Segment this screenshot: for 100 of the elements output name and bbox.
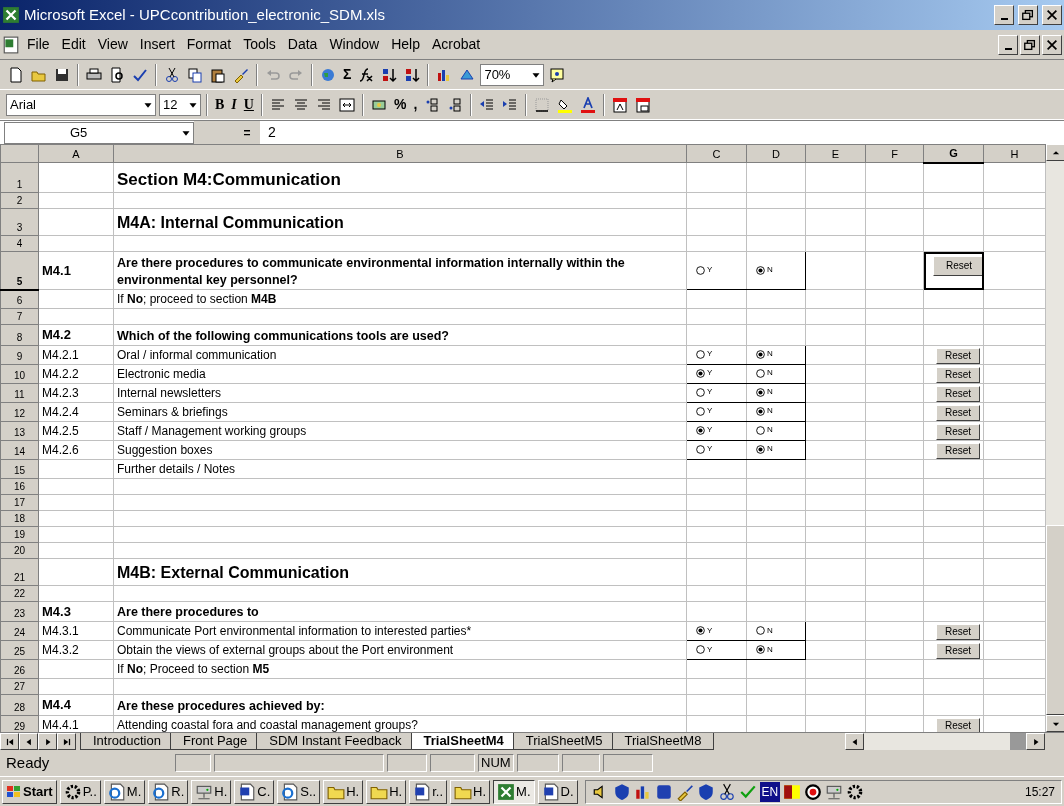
- taskbar-button[interactable]: H.: [323, 779, 364, 804]
- comma-button[interactable]: ,: [411, 92, 420, 117]
- copy-icon[interactable]: [187, 66, 203, 83]
- taskbar-button[interactable]: M.: [103, 779, 146, 804]
- first-sheet-icon[interactable]: [4, 736, 15, 747]
- column-header[interactable]: F: [865, 144, 924, 163]
- align-left-icon[interactable]: [269, 96, 286, 113]
- align-right-icon[interactable]: [315, 96, 332, 113]
- taskbar-button[interactable]: H.: [366, 779, 407, 804]
- font-size-dropdown[interactable]: 12: [159, 93, 201, 116]
- decrease-decimal-icon[interactable]: [447, 96, 464, 113]
- row-header[interactable]: 1: [0, 162, 39, 193]
- taskbar-button[interactable]: M.: [493, 779, 535, 804]
- reset-button[interactable]: Reset: [936, 442, 981, 458]
- radio-button[interactable]: [756, 626, 765, 635]
- row-header[interactable]: 3: [0, 208, 39, 236]
- print-icon[interactable]: [86, 66, 102, 83]
- radio-button[interactable]: [756, 444, 765, 454]
- radio-option[interactable]: N: [750, 264, 773, 276]
- flag-icon[interactable]: [783, 782, 802, 801]
- reset-button[interactable]: Reset: [936, 643, 981, 659]
- taskbar-button[interactable]: H.: [450, 779, 491, 804]
- radio-button[interactable]: [756, 406, 765, 416]
- column-header[interactable]: A: [38, 144, 114, 163]
- radio-button[interactable]: [756, 349, 765, 359]
- menu-item[interactable]: Tools: [238, 34, 281, 55]
- taskbar-button[interactable]: r..: [409, 779, 448, 804]
- first-sheet-button[interactable]: [0, 733, 19, 750]
- cut-icon[interactable]: [164, 66, 180, 83]
- column-header[interactable]: B: [113, 144, 687, 163]
- menu-item[interactable]: Data: [282, 34, 323, 55]
- column-header[interactable]: H: [983, 144, 1046, 163]
- menu-item[interactable]: Window: [324, 34, 385, 55]
- minimize-button[interactable]: [994, 5, 1014, 25]
- save-icon[interactable]: [54, 66, 70, 83]
- reset-button[interactable]: Reset: [936, 385, 981, 401]
- scrollbar-thumb[interactable]: [1046, 525, 1064, 715]
- column-header[interactable]: G: [923, 144, 984, 163]
- sort-ascending-icon[interactable]: [381, 66, 398, 83]
- radio-button[interactable]: [756, 265, 765, 275]
- language-indicator[interactable]: EN: [759, 781, 781, 802]
- scroll-right-button[interactable]: [1026, 733, 1045, 750]
- scroll-up-button[interactable]: [1046, 144, 1064, 161]
- tray-app-icon[interactable]: [654, 782, 673, 801]
- column-header[interactable]: D: [746, 144, 806, 163]
- menu-item[interactable]: Help: [386, 34, 425, 55]
- menu-item[interactable]: Acrobat: [427, 34, 486, 55]
- start-button[interactable]: Start: [2, 779, 57, 804]
- help-icon[interactable]: [549, 66, 566, 83]
- radio-button[interactable]: [756, 425, 765, 435]
- increase-decimal-icon[interactable]: [424, 96, 441, 113]
- bold-button[interactable]: B: [213, 92, 227, 117]
- row-header[interactable]: 23: [0, 601, 39, 622]
- pdf-icon[interactable]: [612, 96, 629, 113]
- radio-button[interactable]: [696, 406, 705, 416]
- radio-button[interactable]: [756, 368, 765, 378]
- shield-icon[interactable]: [696, 782, 715, 801]
- reset-button[interactable]: Reset: [936, 347, 981, 363]
- badge-icon[interactable]: [804, 782, 823, 801]
- last-sheet-button[interactable]: [57, 733, 76, 750]
- restore-button[interactable]: [1018, 5, 1038, 25]
- vertical-scrollbar[interactable]: [1046, 144, 1064, 732]
- radio-button[interactable]: [696, 626, 705, 635]
- sheet-tab[interactable]: TrialSheetM8: [611, 733, 715, 750]
- radio-button[interactable]: [696, 387, 705, 397]
- radio-button[interactable]: [696, 645, 705, 654]
- radio-button[interactable]: [756, 387, 765, 397]
- align-center-icon[interactable]: [292, 96, 309, 113]
- borders-icon[interactable]: [534, 96, 551, 113]
- reset-button[interactable]: Reset: [936, 423, 981, 439]
- cut-icon[interactable]: [717, 782, 736, 801]
- paste-icon[interactable]: [210, 66, 226, 83]
- decrease-indent-icon[interactable]: [479, 96, 496, 113]
- radio-button[interactable]: [696, 265, 705, 275]
- column-header[interactable]: E: [805, 144, 866, 163]
- row-header[interactable]: 21: [0, 558, 39, 585]
- menu-item[interactable]: View: [92, 34, 133, 55]
- previous-sheet-button[interactable]: [19, 733, 38, 750]
- column-header[interactable]: C: [686, 144, 747, 163]
- taskbar-button[interactable]: R.: [148, 779, 189, 804]
- radio-option[interactable]: Y: [690, 264, 713, 276]
- radio-button[interactable]: [696, 368, 705, 378]
- sum-button[interactable]: Σ: [341, 62, 354, 87]
- close-button[interactable]: [1042, 5, 1062, 25]
- row-header[interactable]: 8: [0, 324, 39, 345]
- zoom-dropdown[interactable]: 70%: [480, 63, 545, 86]
- new-document-icon[interactable]: [8, 66, 24, 83]
- function-icon[interactable]: [358, 66, 375, 83]
- taskbar-button[interactable]: D.: [537, 779, 578, 804]
- sort-descending-icon[interactable]: [404, 66, 421, 83]
- last-sheet-icon[interactable]: [61, 736, 72, 747]
- italic-button[interactable]: I: [229, 92, 239, 117]
- horizontal-scrollbar[interactable]: [845, 733, 1045, 750]
- radio-button[interactable]: [696, 349, 705, 359]
- reset-button[interactable]: Reset: [933, 256, 983, 276]
- shield-icon[interactable]: [612, 782, 631, 801]
- radio-button[interactable]: [696, 425, 705, 435]
- brush-icon[interactable]: [233, 66, 249, 83]
- row-header[interactable]: 28: [0, 694, 39, 715]
- taskbar-button[interactable]: S..: [277, 779, 321, 804]
